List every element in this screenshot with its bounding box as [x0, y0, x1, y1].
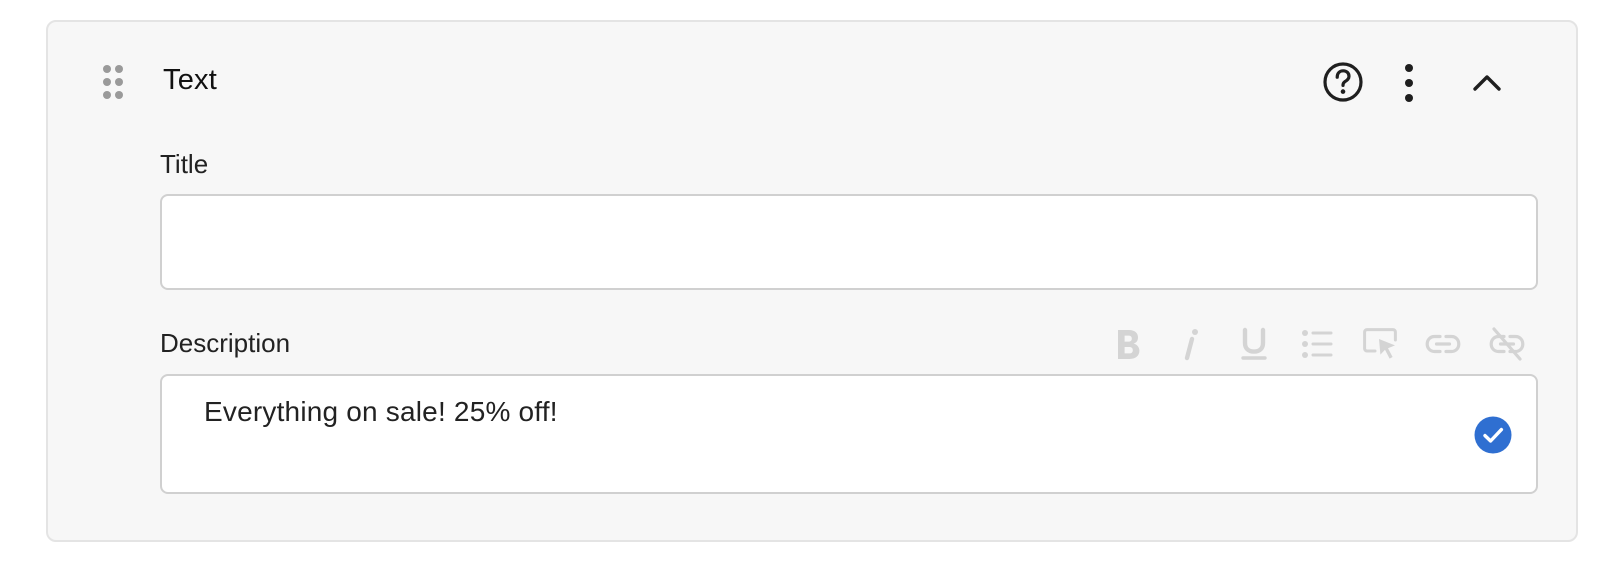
more-vertical-icon[interactable] [1402, 63, 1416, 103]
list-icon[interactable] [1298, 325, 1336, 363]
italic-icon[interactable] [1172, 325, 1210, 363]
title-input[interactable] [160, 194, 1538, 290]
title-field-label: Title [160, 149, 209, 179]
bold-icon[interactable] [1109, 325, 1147, 363]
underline-icon[interactable] [1235, 325, 1273, 363]
description-editor[interactable]: Everything on sale! 25% off! [160, 374, 1538, 494]
description-text: Everything on sale! 25% off! [204, 396, 558, 427]
link-icon[interactable] [1424, 325, 1462, 363]
unlink-icon[interactable] [1488, 325, 1526, 363]
check-circle-icon [1474, 416, 1512, 454]
drag-handle-icon[interactable] [102, 64, 126, 100]
help-circle-icon[interactable] [1322, 61, 1364, 103]
description-field-label: Description [160, 328, 291, 358]
cursor-select-icon[interactable] [1361, 325, 1399, 363]
block-title: Text [163, 64, 217, 96]
chevron-up-icon[interactable] [1470, 68, 1504, 98]
